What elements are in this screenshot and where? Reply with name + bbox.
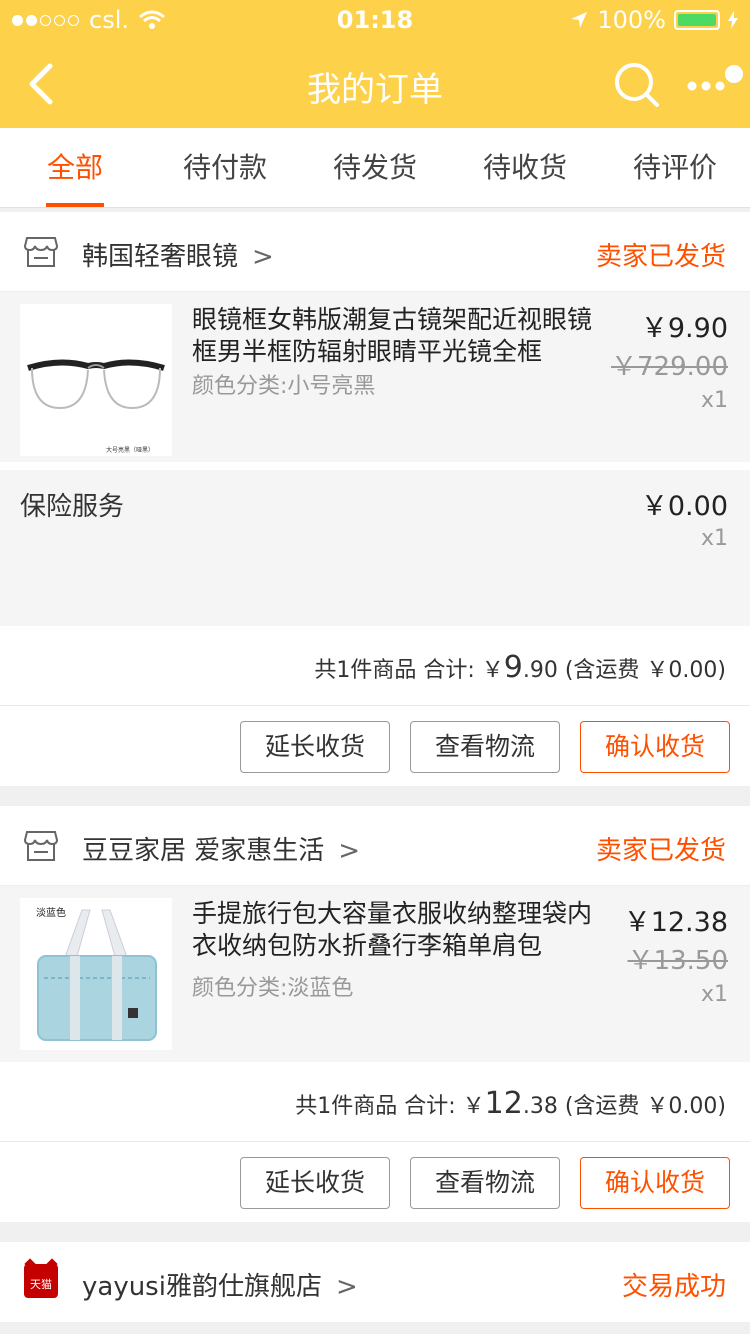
battery-icon [674, 10, 720, 30]
shop-header[interactable]: 韩国轻奢眼镜 > 卖家已发货 [0, 212, 750, 292]
extend-receipt-button[interactable]: 延长收货 [240, 721, 390, 773]
order-item[interactable]: 淡蓝色 手提旅行包大容量衣服收纳整理袋内衣收纳包防水折叠行李箱单肩包 颜色分类:… [0, 886, 750, 1062]
tab-all[interactable]: 全部 [0, 128, 150, 207]
order-actions: 延长收货 查看物流 确认收货 [0, 1142, 750, 1222]
order-card: 豆豆家居 爱家惠生活 > 卖家已发货 淡蓝色 手提旅行包大容量衣服收纳整理袋内衣收… [0, 806, 750, 1222]
order-status: 卖家已发货 [595, 242, 726, 272]
extend-receipt-button[interactable]: 延长收货 [240, 1157, 390, 1209]
order-actions: 延长收货 查看物流 确认收货 [0, 706, 750, 786]
store-icon [24, 831, 58, 861]
chevron-right-icon: > [335, 1272, 358, 1302]
order-status: 交易成功 [621, 1272, 726, 1302]
order-status: 卖家已发货 [595, 836, 726, 866]
status-bar: csl. 01:18 100% [0, 0, 750, 40]
glasses-image: 大号亮黑（哑黑） [27, 359, 165, 454]
order-item[interactable]: 大号亮黑（哑黑） 眼镜框女韩版潮复古镜架配近视眼镜框男半框防辐射眼睛平光镜全框 … [0, 292, 750, 462]
total-amount-dec: .90 [522, 658, 558, 683]
tab-pending-receipt[interactable]: 待收货 [450, 128, 600, 207]
total-suffix: (含运费 ￥0.00) [557, 658, 726, 683]
insurance-row: 保险服务 ￥0.00 x1 [0, 470, 750, 626]
nav-bar: 我的订单 [0, 40, 750, 128]
insurance-label: 保险服务 [20, 492, 125, 522]
order-tabs: 全部 待付款 待发货 待收货 待评价 [0, 128, 750, 208]
confirm-receipt-button[interactable]: 确认收货 [580, 721, 730, 773]
product-quantity: x1 [700, 388, 728, 413]
order-total: 共1件商品 合计: ￥9.90 (含运费 ￥0.00) [0, 626, 750, 706]
total-amount-int: 9 [503, 650, 523, 685]
shop-header[interactable]: 天猫 yayusi雅韵仕旗舰店 > 交易成功 [0, 1242, 750, 1322]
order-card: 天猫 yayusi雅韵仕旗舰店 > 交易成功 [0, 1242, 750, 1322]
order-total: 共1件商品 合计: ￥12.38 (含运费 ￥0.00) [0, 1062, 750, 1142]
product-thumbnail: 大号亮黑（哑黑） [20, 304, 172, 456]
product-sku: 颜色分类:小号亮黑 [192, 374, 376, 399]
chevron-right-icon: > [338, 836, 361, 866]
product-title: 眼镜框女韩版潮复古镜架配近视眼镜框男半框防辐射眼睛平光镜全框 [192, 305, 593, 366]
view-logistics-button[interactable]: 查看物流 [410, 1157, 560, 1209]
product-thumbnail: 淡蓝色 [20, 898, 172, 1050]
tab-pending-review[interactable]: 待评价 [600, 128, 750, 207]
search-icon[interactable] [612, 60, 662, 110]
shop-name: yayusi雅韵仕旗舰店 [82, 1272, 322, 1302]
shop-name: 韩国轻奢眼镜 [82, 242, 239, 272]
product-price: ￥9.90 [640, 313, 728, 344]
shop-header[interactable]: 豆豆家居 爱家惠生活 > 卖家已发货 [0, 806, 750, 886]
insurance-price: ￥0.00 [640, 491, 728, 522]
total-prefix: 共1件商品 合计: ￥ [295, 1094, 485, 1119]
travel-bag-image: 淡蓝色 [36, 906, 157, 1041]
product-original-price: ￥729.00 [611, 352, 728, 382]
tab-pending-payment[interactable]: 待付款 [150, 128, 300, 207]
total-suffix: (含运费 ￥0.00) [557, 1094, 726, 1119]
total-amount-int: 12 [484, 1086, 523, 1121]
tmall-badge-icon: 天猫 [24, 1264, 58, 1298]
view-logistics-button[interactable]: 查看物流 [410, 721, 560, 773]
store-icon [24, 237, 58, 267]
total-amount-dec: .38 [522, 1094, 558, 1119]
top-bar: csl. 01:18 100% 我的订单 [0, 0, 750, 128]
battery-percent: 100% [597, 6, 666, 34]
confirm-receipt-button[interactable]: 确认收货 [580, 1157, 730, 1209]
thumb-caption: 大号亮黑（哑黑） [106, 446, 154, 454]
product-title: 手提旅行包大容量衣服收纳整理袋内衣收纳包防水折叠行李箱单肩包 [192, 899, 593, 960]
location-arrow-icon [571, 12, 588, 28]
shop-name: 豆豆家居 爱家惠生活 [82, 836, 325, 866]
more-icon[interactable] [684, 62, 744, 102]
product-sku: 颜色分类:淡蓝色 [192, 976, 354, 1001]
insurance-quantity: x1 [700, 526, 728, 551]
product-quantity: x1 [700, 982, 728, 1007]
chevron-right-icon: > [252, 242, 274, 272]
charging-icon [728, 11, 738, 29]
thumb-caption: 淡蓝色 [36, 906, 66, 919]
tab-pending-shipment[interactable]: 待发货 [300, 128, 450, 207]
product-price: ￥12.38 [623, 907, 728, 938]
product-original-price: ￥13.50 [627, 946, 728, 976]
order-card: 韩国轻奢眼镜 > 卖家已发货 大号亮黑（哑黑） 眼镜框女韩版潮复古镜架配近视眼镜框… [0, 212, 750, 786]
total-prefix: 共1件商品 合计: ￥ [314, 658, 504, 683]
